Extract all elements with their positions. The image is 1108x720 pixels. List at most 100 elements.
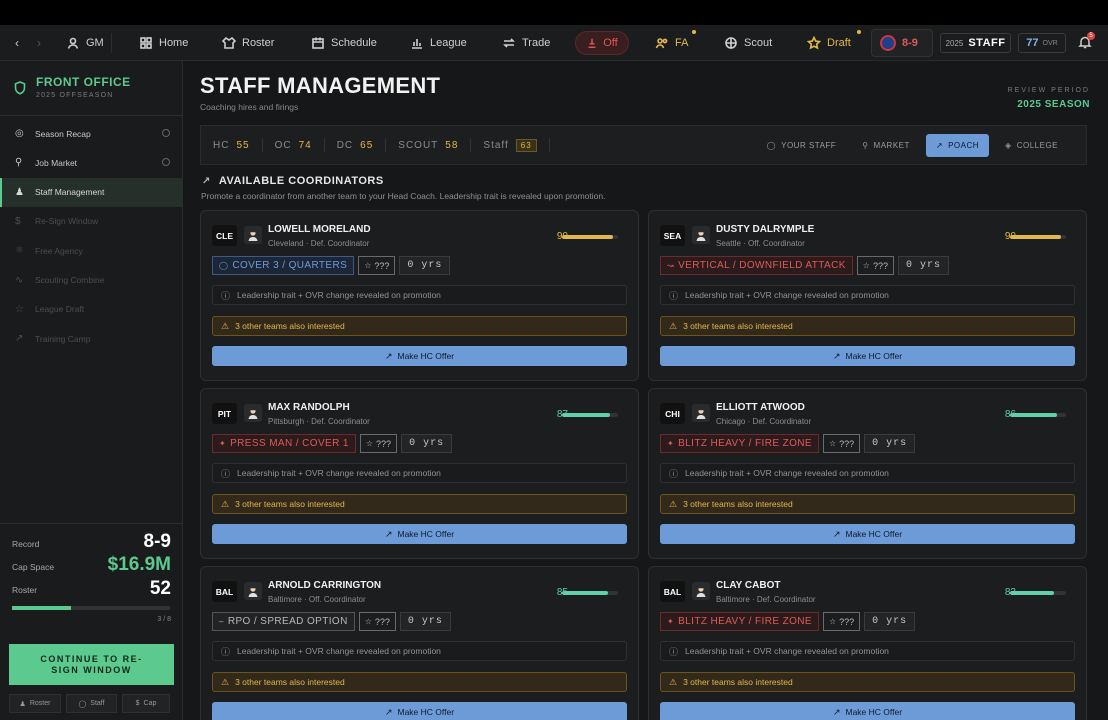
staff-rating-value: 63 (515, 138, 537, 152)
nav-item-label: Draft (827, 37, 851, 49)
sidebar-item-label: Scouting Combine (35, 275, 105, 285)
bolt-icon: ✦ (219, 439, 227, 448)
nav-item-league[interactable]: League (410, 25, 467, 61)
continue-button[interactable]: CONTINUE TO RE-SIGN WINDOW (9, 644, 174, 685)
star-outline-icon: ☆ (862, 261, 870, 270)
mini-cap-button[interactable]: $ Cap (122, 694, 170, 713)
nav-item-schedule[interactable]: Schedule (311, 25, 377, 61)
staff-chip[interactable]: 2025 STAFF (940, 33, 1011, 53)
mini-roster-button[interactable]: ♟ Roster (9, 694, 61, 713)
ovr-label: OVR (1042, 39, 1058, 47)
rating-label: OC (274, 139, 292, 151)
nav-item-fa[interactable]: FA (655, 25, 688, 61)
trait-value: ??? (376, 438, 392, 449)
chart-icon (412, 39, 422, 49)
coordinator-card: CLE LOWELL MORELAND Cleveland · Def. Coord… (200, 210, 639, 381)
make-hc-offer-button[interactable]: ↗ Make HC Offer (660, 346, 1075, 366)
sidebar-item-season-recap[interactable]: ◎ Season Recap (0, 119, 182, 148)
score-bar-fill (1010, 235, 1061, 239)
sidebar-item-label: Job Market (35, 157, 78, 168)
coordinator-role: Pittsburgh · Def. Coordinator (268, 417, 370, 426)
nav-item-home[interactable]: Home (139, 25, 188, 61)
progress-label: 3 / 8 (157, 616, 171, 623)
coach-avatar-icon (692, 404, 710, 422)
score-bar (1010, 235, 1066, 239)
mini-roster-label: Roster (29, 700, 51, 707)
warning-icon: ⚠ (669, 676, 678, 687)
nav-item-trade[interactable]: Trade (502, 25, 550, 61)
nav-item-label: Home (159, 37, 189, 49)
nav-item-scout[interactable]: Scout (724, 25, 772, 61)
interest-text: 3 other teams also interested (235, 321, 345, 331)
score-bar-fill (1010, 413, 1057, 417)
reveal-info: ⓘ Leadership trait + OVR change revealed … (212, 285, 627, 305)
scheme-chip: – RPO / SPREAD OPTION (212, 612, 355, 631)
reveal-info: ⓘ Leadership trait + OVR change revealed … (660, 641, 1075, 661)
sidebar-item-icon: ☆ (15, 303, 24, 315)
score-bar-fill (562, 591, 608, 595)
score-bar-fill (562, 235, 613, 239)
page-subtitle: Coaching hires and firings (200, 102, 299, 112)
nav-item-label: Off (603, 37, 618, 49)
record-chip[interactable]: 8-9 (871, 29, 933, 57)
nav-item-draft[interactable]: Draft (807, 25, 851, 61)
back-arrow-icon[interactable]: ‹ (15, 36, 19, 50)
cap-space-label: Cap Space (12, 562, 55, 572)
sidebar-item-icon: ♟ (15, 186, 24, 198)
tab-your-staff[interactable]: ◯ YOUR STAFF (757, 134, 847, 157)
minus-icon: – (219, 617, 224, 626)
trait-value: ??? (872, 260, 888, 271)
coordinator-chips: ↝ VERTICAL / DOWNFIELD ATTACK ☆??? 0 yrs (660, 256, 950, 275)
tab-college[interactable]: ◈ COLLEGE (995, 134, 1068, 157)
nav-item-roster[interactable]: Roster (222, 25, 274, 61)
mini-staff-button[interactable]: ◯ Staff (66, 694, 117, 713)
make-hc-offer-button[interactable]: ↗ Make HC Offer (212, 524, 627, 544)
scheme-label: BLITZ HEAVY / FIRE ZONE (678, 616, 812, 627)
staff-chip-label: STAFF (968, 37, 1006, 49)
years-chip: 0 yrs (401, 434, 453, 453)
coordinator-chips: ✦ BLITZ HEAVY / FIRE ZONE ☆??? 0 yrs (660, 612, 916, 631)
coordinator-name: ELLIOTT ATWOOD (716, 402, 805, 413)
make-hc-offer-button[interactable]: ↗ Make HC Offer (212, 346, 627, 366)
coordinator-role: Cleveland · Def. Coordinator (268, 239, 370, 248)
coordinator-name: CLAY CABOT (716, 580, 781, 591)
team-abbr: BAL (212, 581, 237, 602)
sidebar-item-league-draft: ☆ League Draft (0, 295, 182, 324)
trait-chip: ☆??? (822, 612, 861, 631)
nav-item-off[interactable]: Off (575, 31, 629, 55)
make-hc-offer-button[interactable]: ↗ Make HC Offer (660, 702, 1075, 720)
sidebar-item-icon: ⚲ (15, 157, 23, 169)
rating-value: 55 (236, 139, 250, 151)
tab-market[interactable]: ⚲ MARKET (852, 134, 920, 157)
trait-chip: ☆??? (358, 256, 396, 275)
scheme-chip: ↝ VERTICAL / DOWNFIELD ATTACK (660, 256, 853, 275)
arrow-up-right-icon: ↗ (384, 350, 393, 361)
info-icon: ⓘ (221, 646, 231, 657)
forward-arrow-icon[interactable]: › (37, 36, 41, 50)
sidebar-item-staff-management[interactable]: ♟ Staff Management (0, 177, 182, 207)
sidebar-summary: Record 8-9 Cap Space $16.9M Roster 52 3 … (0, 523, 183, 720)
nav-gm[interactable]: GM (66, 25, 104, 61)
tab-label: COLLEGE (1016, 141, 1058, 150)
nav-divider (111, 33, 112, 53)
tab-icon: ↗ (935, 141, 944, 150)
interest-text: 3 other teams also interested (235, 499, 345, 509)
roster-label: Roster (12, 585, 38, 595)
warning-icon: ⚠ (221, 320, 230, 331)
reveal-info: ⓘ Leadership trait + OVR change revealed … (212, 641, 627, 661)
sidebar-item-scouting-combine: ∿ Scouting Combine (0, 266, 182, 295)
make-hc-offer-button[interactable]: ↗ Make HC Offer (212, 702, 627, 720)
user-icon (67, 37, 79, 49)
market-tabs: ◯ YOUR STAFF ⚲ MARKET ↗ POACH ◈ COLLEGE (757, 134, 1068, 157)
tab-poach[interactable]: ↗ POACH (925, 134, 990, 157)
warning-icon: ⚠ (221, 676, 230, 687)
interest-warning: ⚠ 3 other teams also interested (660, 494, 1075, 514)
home-icon (140, 37, 152, 49)
staff-ratings-bar: HC 55 OC 74 DC 65 SCOUT 58 Staff 63 ◯ YOUR STAFF… (200, 125, 1087, 165)
ovr-chip[interactable]: 77 OVR (1018, 33, 1066, 53)
swap-icon (503, 38, 515, 48)
rating-value: 58 (445, 139, 459, 151)
sidebar-item-job-market[interactable]: ⚲ Job Market (0, 148, 182, 177)
make-hc-offer-button[interactable]: ↗ Make HC Offer (660, 524, 1075, 544)
section-header: ↗ AVAILABLE COORDINATORS (202, 175, 384, 187)
